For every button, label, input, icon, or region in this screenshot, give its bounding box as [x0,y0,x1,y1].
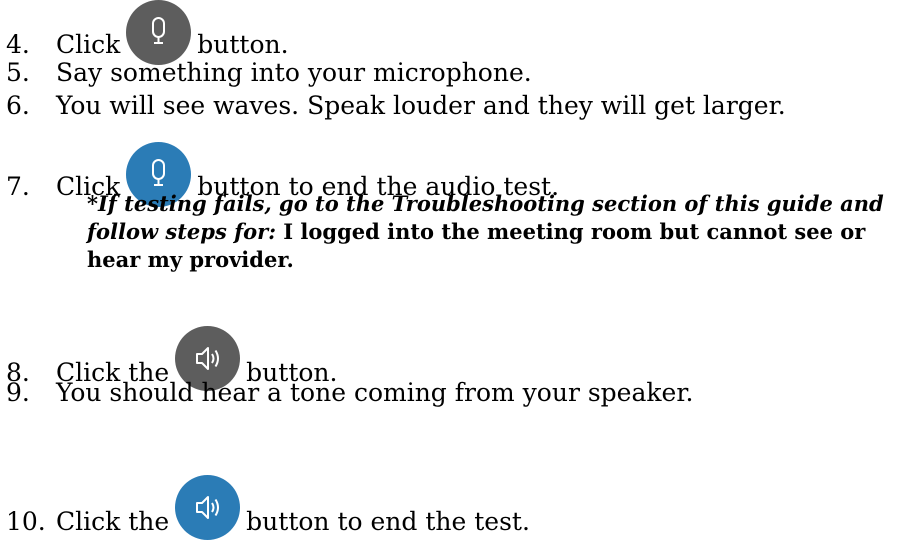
step-number: 5. [6,58,30,87]
note-bold-text: hear my provider. [87,247,294,272]
step-number: 4. [6,30,30,59]
step-text-before: Click [56,30,121,59]
step-text: You will see waves. Speak louder and the… [56,91,786,120]
step-text: You should hear a tone coming from your … [56,378,694,407]
step-number: 7. [6,172,30,201]
step-text: Say something into your microphone. [56,58,532,87]
note-bold-text: I logged into the meeting room but canno… [283,219,866,244]
step-text-after: button. [197,30,289,59]
step-9: 9. You should hear a tone coming from you… [6,378,693,408]
microphone-icon [152,17,166,44]
step-10: 10. Click the button to end the test. [6,475,530,556]
note-italic-text: *If testing fails, go to the Troubleshoo… [87,191,884,216]
troubleshooting-note-line-2: follow steps for: I logged into the meet… [87,218,865,246]
step-6: 6. You will see waves. Speak louder and t… [6,91,786,121]
step-number: 9. [6,378,30,407]
speaker-button-blue [175,475,241,540]
microphone-button-gray [126,0,192,65]
speaker-icon [196,496,220,519]
step-number: 6. [6,91,30,120]
step-number: 10. [6,507,46,536]
troubleshooting-note-line-1: *If testing fails, go to the Troubleshoo… [87,190,884,218]
note-italic-text: follow steps for: [87,219,276,244]
step-text-before: Click the [56,507,170,536]
troubleshooting-note-line-3: hear my provider. [87,246,294,274]
step-5: 5. Say something into your microphone. [6,58,532,88]
step-text-after: button to end the test. [246,507,530,536]
